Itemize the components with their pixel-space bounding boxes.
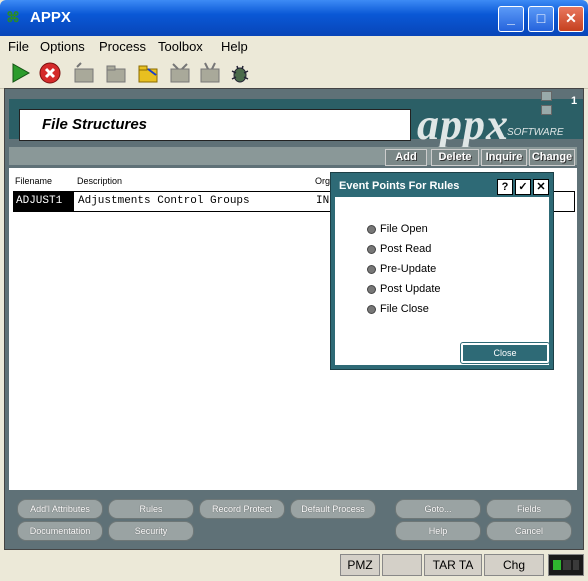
- documentation-button[interactable]: Documentation: [17, 521, 103, 541]
- option-file-close[interactable]: File Close: [367, 303, 429, 315]
- folder-highlight-icon[interactable]: [136, 61, 160, 85]
- status-blank: [382, 554, 422, 576]
- menu-file[interactable]: File: [8, 39, 29, 54]
- status-app: TAR TA: [424, 554, 482, 576]
- folder-new-icon[interactable]: [72, 61, 96, 85]
- appx-logo-subtitle: SOFTWARE: [507, 127, 564, 138]
- folder-tools-icon[interactable]: [198, 61, 222, 85]
- appx-logo: appx: [417, 100, 509, 149]
- goto-button[interactable]: Goto...: [395, 499, 481, 519]
- minimize-button[interactable]: _: [498, 6, 524, 32]
- radio-bullet-icon: [367, 304, 376, 314]
- cancel-button[interactable]: Cancel: [486, 521, 572, 541]
- column-header-description: Description: [77, 176, 123, 186]
- row-org: IN: [316, 195, 330, 207]
- addl-attributes-button[interactable]: Add'l Attributes: [17, 499, 103, 519]
- help-button[interactable]: Help: [395, 521, 481, 541]
- inquire-button[interactable]: Inquire: [481, 149, 527, 166]
- option-label: File Close: [380, 303, 429, 315]
- dialog-title-bar: Event Points For Rules ? ✓ ✕: [333, 175, 551, 197]
- option-pre-update[interactable]: Pre-Update: [367, 263, 436, 275]
- menu-bar: File Options Process Toolbox Help: [0, 36, 588, 58]
- stop-icon[interactable]: [38, 61, 62, 85]
- folder-cut-icon[interactable]: [168, 61, 192, 85]
- column-header-filename: Filename: [15, 176, 53, 186]
- radio-bullet-icon: [367, 264, 376, 274]
- delete-button[interactable]: Delete: [431, 149, 479, 166]
- toolbar: [0, 58, 588, 89]
- menu-help[interactable]: Help: [221, 39, 248, 54]
- maximize-button[interactable]: □: [528, 6, 554, 32]
- radio-bullet-icon: [367, 244, 376, 254]
- status-bar: PMZ TAR TA Chg: [0, 552, 588, 576]
- window-title: APPX: [30, 9, 71, 26]
- rules-button[interactable]: Rules: [108, 499, 194, 519]
- menu-options[interactable]: Options: [40, 39, 85, 54]
- radio-bullet-icon: [367, 224, 376, 234]
- column-header-org: Org: [315, 176, 331, 186]
- close-window-button[interactable]: ✕: [558, 6, 584, 32]
- change-button[interactable]: Change: [529, 149, 575, 166]
- page-number: 1: [571, 95, 578, 107]
- option-label: Pre-Update: [380, 263, 437, 275]
- row-filename[interactable]: ADJUST1: [14, 192, 74, 211]
- page-title: File Structures: [42, 116, 148, 133]
- radio-bullet-icon: [367, 284, 376, 294]
- option-file-open[interactable]: File Open: [367, 223, 428, 235]
- menu-toolbox[interactable]: Toolbox: [158, 39, 203, 54]
- dialog-close-icon[interactable]: ✕: [533, 179, 549, 195]
- title-bar: ⌘ APPX _ □ ✕: [0, 0, 588, 36]
- option-label: Post Update: [380, 283, 441, 295]
- folder-open-icon[interactable]: [104, 61, 128, 85]
- add-button[interactable]: Add: [385, 149, 427, 166]
- dialog-ok-icon[interactable]: ✓: [515, 179, 531, 195]
- status-lights-icon: [553, 560, 579, 570]
- option-label: Post Read: [380, 243, 432, 255]
- record-protect-button[interactable]: Record Protect: [199, 499, 285, 519]
- option-label: File Open: [380, 223, 428, 235]
- dialog-body: File Open Post Read Pre-Update Post Upda…: [335, 197, 550, 365]
- status-user: PMZ: [340, 554, 380, 576]
- status-indicator: [548, 554, 584, 576]
- frame-mini-buttons[interactable]: [541, 90, 563, 115]
- dialog-title: Event Points For Rules: [339, 180, 460, 192]
- run-icon[interactable]: [8, 61, 32, 85]
- menu-process[interactable]: Process: [99, 39, 146, 54]
- dialog-close-button[interactable]: Close: [460, 342, 550, 364]
- appx-app-icon: ⌘: [6, 9, 20, 25]
- security-button[interactable]: Security: [108, 521, 194, 541]
- default-process-button[interactable]: Default Process: [290, 499, 376, 519]
- debug-bug-icon[interactable]: [228, 61, 252, 85]
- status-mode: Chg: [484, 554, 544, 576]
- option-post-read[interactable]: Post Read: [367, 243, 431, 255]
- dialog-help-icon[interactable]: ?: [497, 179, 513, 195]
- event-points-dialog: Event Points For Rules ? ✓ ✕ File Open P…: [330, 172, 554, 370]
- option-post-update[interactable]: Post Update: [367, 283, 441, 295]
- row-description: Adjustments Control Groups: [78, 195, 250, 207]
- fields-button[interactable]: Fields: [486, 499, 572, 519]
- banner-title-card: File Structures: [19, 109, 411, 141]
